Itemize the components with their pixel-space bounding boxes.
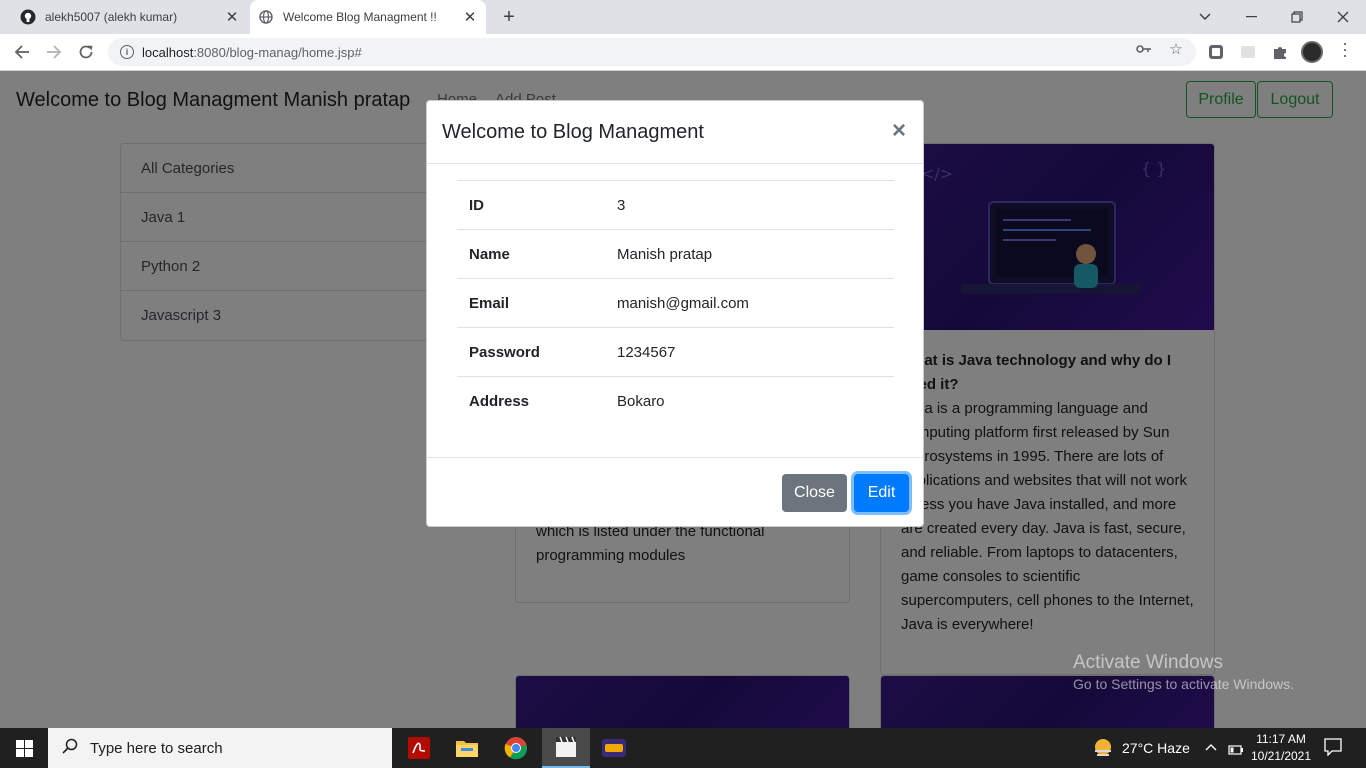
profile-table: ID 3 Name Manish pratap Email manish@gma… — [457, 180, 894, 426]
table-row: Email manish@gmail.com — [457, 278, 894, 328]
row-label: Name — [469, 245, 510, 263]
forward-icon[interactable] — [42, 40, 66, 64]
activate-windows-subtitle: Go to Settings to activate Windows. — [1073, 676, 1294, 692]
page: Welcome to Blog Managment Manish pratap … — [0, 71, 1366, 728]
github-icon — [20, 9, 36, 25]
modal-title: Welcome to Blog Managment — [442, 121, 704, 143]
browser-toolbar: i localhost:8080/blog-manag/home.jsp# ☆ — [0, 34, 1366, 71]
restore-icon[interactable] — [1274, 0, 1320, 34]
tab-strip: alekh5007 (alekh kumar) ✕ Welcome Blog M… — [0, 0, 1366, 34]
address-bar[interactable]: i localhost:8080/blog-manag/home.jsp# — [108, 38, 1196, 66]
taskbar-search-input[interactable]: Type here to search — [48, 728, 392, 768]
row-value: manish@gmail.com — [617, 294, 749, 312]
search-placeholder: Type here to search — [90, 739, 223, 757]
back-icon[interactable] — [10, 40, 34, 64]
file-explorer-icon[interactable] — [443, 728, 491, 768]
bookmark-star-icon[interactable]: ☆ — [1168, 41, 1184, 58]
acrobat-reader-icon[interactable] — [395, 728, 443, 768]
windows-start-icon[interactable] — [0, 728, 48, 768]
new-tab-icon[interactable]: + — [498, 6, 520, 28]
browser-tab-blog[interactable]: Welcome Blog Managment !! ✕ — [250, 0, 486, 34]
tab-title: alekh5007 (alekh kumar) — [45, 10, 178, 24]
game-app-icon[interactable] — [590, 728, 638, 768]
row-value: 3 — [617, 196, 626, 214]
profile-modal: Welcome to Blog Managment × ID 3 Name Ma… — [426, 100, 924, 527]
extension-square-icon[interactable] — [1207, 43, 1225, 61]
profile-avatar[interactable] — [1301, 41, 1323, 63]
tray-chevron-up-icon[interactable] — [1205, 740, 1217, 754]
key-icon[interactable] — [1136, 41, 1152, 57]
modal-footer: Close Edit — [427, 457, 923, 527]
table-row: ID 3 — [457, 180, 894, 230]
edit-button[interactable]: Edit — [854, 474, 909, 512]
tab-title: Welcome Blog Managment !! — [283, 10, 437, 24]
table-row: Name Manish pratap — [457, 229, 894, 279]
globe-icon — [258, 9, 274, 25]
site-info-icon[interactable]: i — [120, 45, 134, 59]
row-value: Bokaro — [617, 392, 665, 410]
search-icon — [62, 738, 78, 759]
chrome-icon[interactable] — [492, 728, 540, 768]
battery-icon[interactable] — [1228, 742, 1244, 760]
weather-text[interactable]: 27°C Haze — [1122, 740, 1190, 756]
close-button[interactable]: Close — [782, 474, 847, 512]
row-label: Email — [469, 294, 510, 312]
url-path: :8080/blog-manag/home.jsp# — [193, 44, 362, 60]
extension-grey-icon[interactable] — [1239, 43, 1257, 61]
window-close-icon[interactable] — [1320, 0, 1366, 34]
row-value: Manish pratap — [617, 245, 713, 263]
table-row: Address Bokaro — [457, 376, 894, 426]
activate-windows-title: Activate Windows — [1073, 652, 1223, 673]
url-host: localhost — [142, 44, 194, 60]
row-label: Address — [469, 392, 530, 410]
browser-tab-github[interactable]: alekh5007 (alekh kumar) ✕ — [12, 0, 248, 34]
movie-app-icon[interactable] — [542, 728, 590, 768]
extensions-puzzle-icon[interactable] — [1271, 43, 1289, 61]
row-label: Password — [469, 343, 540, 361]
browser-menu-icon[interactable]: · · · — [1340, 34, 1350, 64]
modal-close-icon[interactable]: × — [889, 119, 909, 143]
table-row: Password 1234567 — [457, 327, 894, 377]
modal-header: Welcome to Blog Managment × — [427, 101, 923, 164]
tab-close-icon[interactable]: ✕ — [224, 9, 240, 26]
minimize-icon[interactable] — [1228, 0, 1274, 34]
row-value: 1234567 — [617, 343, 676, 361]
tab-close-icon[interactable]: ✕ — [462, 9, 478, 26]
url-text: localhost:8080/blog-manag/home.jsp# — [142, 45, 362, 60]
clock-date: 10/21/2021 — [1250, 749, 1312, 763]
clock-time: 11:17 AM — [1256, 732, 1306, 746]
weather-haze-icon[interactable] — [1092, 737, 1114, 759]
tab-search-chevron-icon[interactable] — [1182, 0, 1228, 34]
taskbar-clock[interactable]: 11:17 AM 10/21/2021 — [1246, 731, 1316, 765]
notification-center-icon[interactable] — [1324, 738, 1342, 761]
reload-icon[interactable] — [74, 40, 98, 64]
row-label: ID — [469, 196, 484, 214]
windows-taskbar: Type here to search 27°C Haze 11:17 AM 1… — [0, 728, 1366, 768]
